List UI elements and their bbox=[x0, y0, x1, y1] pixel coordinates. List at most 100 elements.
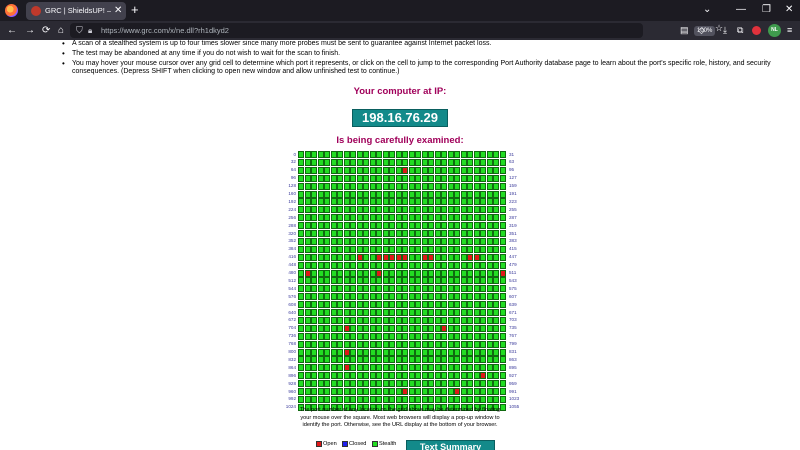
port-cell-stealth[interactable] bbox=[486, 380, 493, 388]
port-cell-stealth[interactable] bbox=[343, 206, 350, 214]
port-cell-stealth[interactable] bbox=[317, 356, 324, 364]
port-cell-stealth[interactable] bbox=[473, 174, 480, 182]
port-cell-stealth[interactable] bbox=[395, 206, 402, 214]
port-cell-stealth[interactable] bbox=[499, 380, 506, 388]
port-cell-stealth[interactable] bbox=[434, 309, 441, 316]
port-cell-stealth[interactable] bbox=[454, 206, 460, 214]
port-cell-stealth[interactable] bbox=[447, 237, 454, 245]
port-cell-stealth[interactable] bbox=[467, 245, 473, 253]
port-cell-stealth[interactable] bbox=[447, 380, 454, 388]
port-cell-stealth[interactable] bbox=[408, 158, 415, 166]
port-cell-stealth[interactable] bbox=[317, 253, 324, 261]
port-cell-stealth[interactable] bbox=[408, 222, 415, 230]
port-cell-stealth[interactable] bbox=[311, 198, 317, 206]
port-cell-stealth[interactable] bbox=[330, 230, 337, 237]
port-cell-stealth[interactable] bbox=[350, 261, 356, 269]
port-cell-stealth[interactable] bbox=[343, 245, 350, 253]
port-cell-stealth[interactable] bbox=[298, 237, 304, 245]
port-cell-stealth[interactable] bbox=[395, 364, 402, 372]
port-cell-stealth[interactable] bbox=[311, 348, 317, 356]
port-cell-open[interactable] bbox=[480, 372, 486, 380]
url-bar[interactable]: ⛉ 🔒︎ https://www.grc.com/x/ne.dll?rh1dky… bbox=[70, 23, 716, 38]
port-cell-stealth[interactable] bbox=[350, 214, 356, 222]
port-cell-stealth[interactable] bbox=[363, 277, 369, 285]
port-cell-stealth[interactable] bbox=[324, 364, 330, 372]
port-cell-stealth[interactable] bbox=[389, 245, 395, 253]
port-cell-stealth[interactable] bbox=[369, 261, 376, 269]
port-cell-stealth[interactable] bbox=[473, 285, 480, 293]
port-cell-open[interactable] bbox=[343, 348, 350, 356]
port-cell-stealth[interactable] bbox=[415, 285, 421, 293]
port-cell-stealth[interactable] bbox=[337, 316, 343, 324]
port-cell-stealth[interactable] bbox=[402, 237, 408, 245]
port-cell-stealth[interactable] bbox=[486, 214, 493, 222]
port-cell-stealth[interactable] bbox=[395, 293, 402, 301]
port-cell-stealth[interactable] bbox=[467, 190, 473, 198]
port-cell-stealth[interactable] bbox=[428, 324, 434, 332]
port-cell-stealth[interactable] bbox=[317, 269, 324, 277]
close-window-button[interactable]: ✕ bbox=[785, 3, 793, 17]
port-cell-stealth[interactable] bbox=[473, 166, 480, 174]
port-cell-stealth[interactable] bbox=[337, 222, 343, 230]
port-cell-stealth[interactable] bbox=[441, 301, 447, 309]
port-cell-stealth[interactable] bbox=[473, 293, 480, 301]
port-cell-stealth[interactable] bbox=[376, 372, 382, 380]
port-cell-stealth[interactable] bbox=[421, 198, 428, 206]
port-cell-stealth[interactable] bbox=[415, 324, 421, 332]
port-cell-stealth[interactable] bbox=[369, 372, 376, 380]
port-cell-stealth[interactable] bbox=[499, 316, 506, 324]
port-cell-stealth[interactable] bbox=[499, 332, 506, 340]
port-cell-stealth[interactable] bbox=[350, 277, 356, 285]
port-cell-stealth[interactable] bbox=[376, 245, 382, 253]
port-cell-stealth[interactable] bbox=[298, 309, 304, 316]
port-cell-stealth[interactable] bbox=[499, 182, 506, 190]
menu-icon[interactable]: ≡ bbox=[787, 24, 792, 36]
port-cell-stealth[interactable] bbox=[486, 151, 493, 158]
port-cell-open[interactable] bbox=[376, 269, 382, 277]
port-cell-stealth[interactable] bbox=[356, 372, 363, 380]
port-cell-stealth[interactable] bbox=[395, 245, 402, 253]
port-cell-stealth[interactable] bbox=[382, 277, 389, 285]
port-cell-stealth[interactable] bbox=[441, 253, 447, 261]
port-cell-stealth[interactable] bbox=[369, 364, 376, 372]
port-cell-stealth[interactable] bbox=[311, 316, 317, 324]
port-cell-stealth[interactable] bbox=[467, 301, 473, 309]
port-cell-stealth[interactable] bbox=[408, 364, 415, 372]
port-cell-stealth[interactable] bbox=[324, 158, 330, 166]
port-cell-stealth[interactable] bbox=[415, 364, 421, 372]
port-cell-stealth[interactable] bbox=[486, 198, 493, 206]
port-cell-stealth[interactable] bbox=[304, 301, 311, 309]
port-cell-stealth[interactable] bbox=[454, 253, 460, 261]
port-cell-stealth[interactable] bbox=[428, 237, 434, 245]
port-cell-stealth[interactable] bbox=[486, 158, 493, 166]
port-cell-stealth[interactable] bbox=[499, 245, 506, 253]
port-cell-stealth[interactable] bbox=[395, 324, 402, 332]
port-cell-stealth[interactable] bbox=[415, 151, 421, 158]
port-cell-stealth[interactable] bbox=[421, 214, 428, 222]
port-cell-stealth[interactable] bbox=[395, 285, 402, 293]
port-cell-stealth[interactable] bbox=[343, 332, 350, 340]
port-cell-stealth[interactable] bbox=[369, 206, 376, 214]
port-cell-stealth[interactable] bbox=[389, 174, 395, 182]
port-cell-stealth[interactable] bbox=[369, 174, 376, 182]
port-cell-stealth[interactable] bbox=[382, 166, 389, 174]
port-cell-stealth[interactable] bbox=[376, 277, 382, 285]
port-cell-stealth[interactable] bbox=[460, 190, 467, 198]
port-cell-stealth[interactable] bbox=[428, 316, 434, 324]
port-cell-stealth[interactable] bbox=[376, 230, 382, 237]
port-cell-stealth[interactable] bbox=[421, 309, 428, 316]
port-cell-stealth[interactable] bbox=[311, 230, 317, 237]
port-cell-stealth[interactable] bbox=[395, 190, 402, 198]
port-cell-stealth[interactable] bbox=[402, 372, 408, 380]
port-cell-stealth[interactable] bbox=[421, 182, 428, 190]
port-cell-stealth[interactable] bbox=[330, 293, 337, 301]
port-cell-stealth[interactable] bbox=[421, 380, 428, 388]
port-cell-stealth[interactable] bbox=[382, 222, 389, 230]
port-cell-stealth[interactable] bbox=[363, 269, 369, 277]
port-cell-stealth[interactable] bbox=[382, 293, 389, 301]
port-cell-stealth[interactable] bbox=[324, 151, 330, 158]
port-cell-stealth[interactable] bbox=[486, 206, 493, 214]
port-cell-stealth[interactable] bbox=[324, 309, 330, 316]
port-cell-open[interactable] bbox=[428, 253, 434, 261]
port-cell-stealth[interactable] bbox=[304, 182, 311, 190]
